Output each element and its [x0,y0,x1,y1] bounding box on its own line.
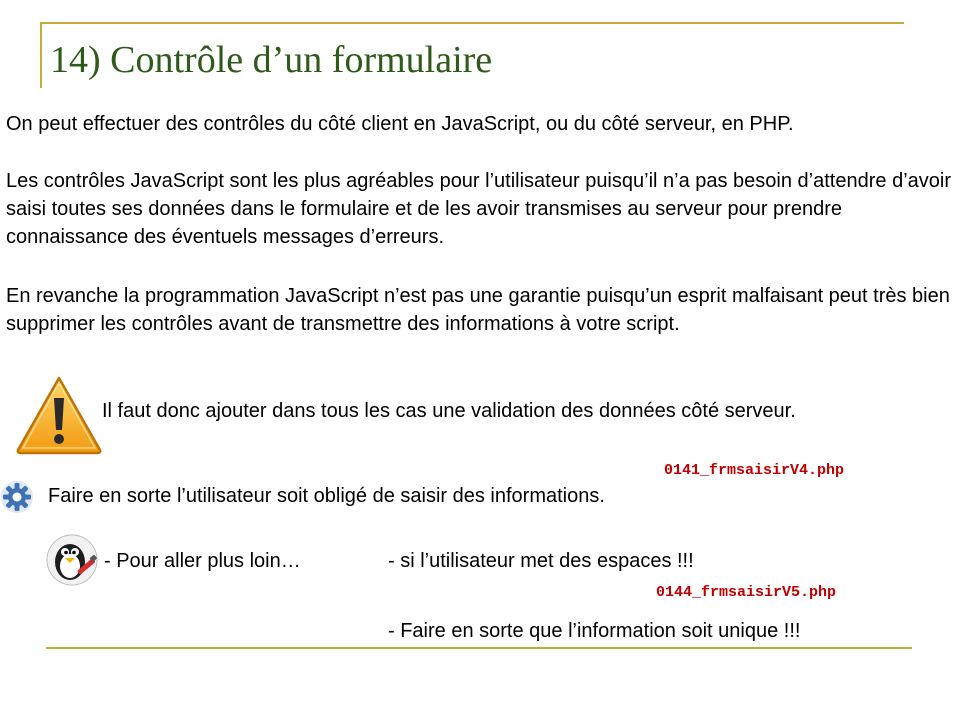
paragraph-javascript-advantages: Les contrôles JavaScript sont les plus a… [6,170,951,248]
filename-v4: 0141_frmsaisirV4.php [664,462,845,479]
paragraph-javascript-risks: En revanche la programmation JavaScript … [6,285,950,335]
further-item-spaces: - si l’utilisateur met des espaces !!! [388,550,694,572]
further-item-unique: - Faire en sorte que l’information soit … [388,620,801,642]
title-rule-top [40,22,904,24]
paragraph-client-server: On peut effectuer des contrôles du côté … [6,113,794,135]
gear-icon [1,481,33,513]
filename-v5: 0144_frmsaisirV5.php [656,584,837,601]
penguin-icon [46,534,98,586]
title-rule-left [40,22,42,88]
warning-text: Il faut donc ajouter dans tous les cas u… [102,400,796,422]
bottom-rule [46,647,912,649]
further-label: - Pour aller plus loin… [104,550,301,572]
slide: 14) Contrôle d’un formulaire On peut eff… [0,0,960,720]
warning-triangle-icon [16,376,102,455]
task-text: Faire en sorte l’utilisateur soit obligé… [48,485,605,507]
slide-title: 14) Contrôle d’un formulaire [50,39,493,81]
